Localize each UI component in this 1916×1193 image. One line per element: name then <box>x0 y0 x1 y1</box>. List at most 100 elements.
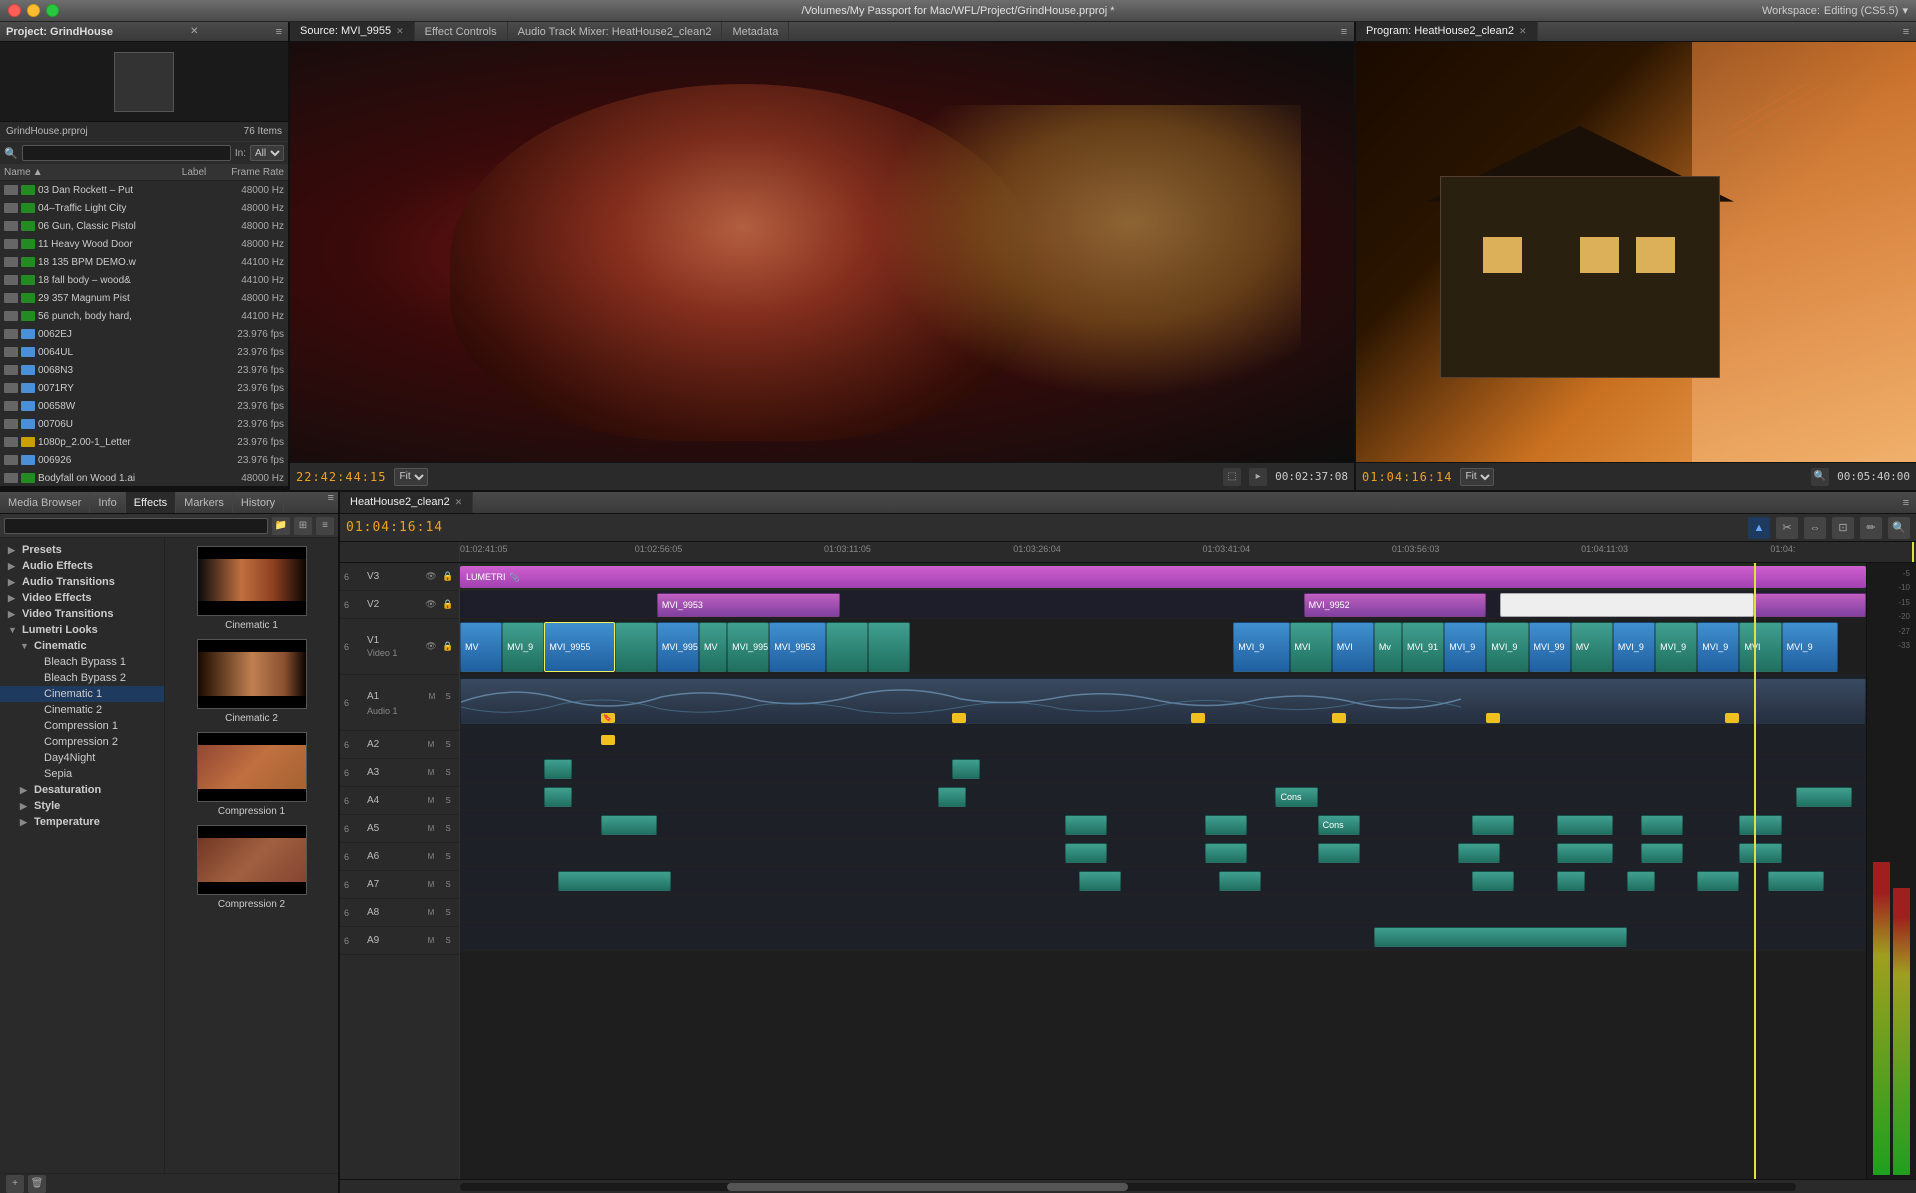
tree-temperature[interactable]: ▶Temperature <box>0 814 164 830</box>
program-zoom-icon[interactable]: 🔍 <box>1811 468 1829 486</box>
tool-selection[interactable]: ▲ <box>1748 517 1770 539</box>
clip-mvi9-v1-9[interactable]: MVI_9 <box>1782 622 1838 672</box>
track-solo-icon[interactable]: S <box>441 906 455 920</box>
tab-metadata[interactable]: Metadata <box>722 22 789 41</box>
list-item[interactable]: 0071RY23.976 fps <box>0 379 288 397</box>
program-timecode[interactable]: 01:04:16:14 <box>1362 470 1452 484</box>
clip-a5-3[interactable] <box>1205 815 1247 835</box>
clip-a6-1[interactable] <box>1065 843 1107 863</box>
tab-effects[interactable]: Effects <box>126 492 176 513</box>
source-timecode[interactable]: 22:42:44:15 <box>296 470 386 484</box>
tool-pen[interactable]: ✏ <box>1860 517 1882 539</box>
source-overwrite-icon[interactable]: ▸ <box>1249 468 1267 486</box>
clip-a5-8[interactable] <box>1739 815 1781 835</box>
source-fit-select[interactable]: Fit <box>394 468 428 486</box>
tab-history[interactable]: History <box>233 492 284 513</box>
clip-a6-3[interactable] <box>1318 843 1360 863</box>
project-search-input[interactable] <box>22 145 231 161</box>
tree-desaturation[interactable]: ▶Desaturation <box>0 782 164 798</box>
track-solo-icon[interactable]: S <box>441 878 455 892</box>
clip-a7-8[interactable] <box>1768 871 1824 891</box>
track-mute-icon[interactable]: M <box>424 738 438 752</box>
list-item[interactable]: 0064UL23.976 fps <box>0 343 288 361</box>
clip-purple-right-v2[interactable] <box>1754 593 1866 617</box>
timeline-panel-menu[interactable]: ≡ <box>1896 492 1916 513</box>
track-solo-icon[interactable]: S <box>441 934 455 948</box>
source-panel-menu[interactable]: ≡ <box>1334 22 1354 41</box>
tab-media-browser[interactable]: Media Browser <box>0 492 90 513</box>
clip-mvi9-v1-2[interactable]: MVI_9 <box>1233 622 1289 672</box>
track-mute-icon[interactable]: M <box>424 934 438 948</box>
clip-mvi995-v1[interactable]: MVI_995 <box>727 622 769 672</box>
clip-mvi9953-v1[interactable]: MVI_9953 <box>769 622 825 672</box>
clip-mvi9952-v2[interactable]: MVI_9952 <box>1304 593 1487 617</box>
tool-zoom[interactable]: 🔍 <box>1888 517 1910 539</box>
tool-razor[interactable]: ✂ <box>1776 517 1798 539</box>
list-item[interactable]: 18 135 BPM DEMO.w44100 Hz <box>0 253 288 271</box>
list-item[interactable]: 56 punch, body hard,44100 Hz <box>0 307 288 325</box>
clip-a4-3[interactable]: Cons <box>1275 787 1317 807</box>
preview-compression2[interactable]: Compression 2 <box>173 825 330 910</box>
track-mute-icon[interactable]: M <box>424 850 438 864</box>
track-mute-icon[interactable]: M <box>424 822 438 836</box>
preview-cinematic2[interactable]: Cinematic 2 <box>173 639 330 724</box>
clip-a4-4[interactable] <box>1796 787 1852 807</box>
col-name-header[interactable]: Name ▲ <box>4 167 174 178</box>
tab-source[interactable]: Source: MVI_9955 ✕ <box>290 22 415 41</box>
clip-a5-6[interactable] <box>1557 815 1613 835</box>
minimize-button[interactable] <box>27 4 40 17</box>
track-solo-icon[interactable]: S <box>441 738 455 752</box>
tree-bleach-bypass-2[interactable]: Bleach Bypass 2 <box>0 670 164 686</box>
clip-a7-7[interactable] <box>1697 871 1739 891</box>
program-panel-menu[interactable]: ≡ <box>1896 22 1916 41</box>
clip-mvi9955-v1[interactable]: MVI_9955 <box>544 622 614 672</box>
tab-audio-track-mixer[interactable]: Audio Track Mixer: HeatHouse2_clean2 <box>508 22 723 41</box>
track-solo-icon[interactable]: S <box>441 690 455 704</box>
project-panel-menu[interactable]: ≡ <box>276 26 282 38</box>
tree-bleach-bypass-1[interactable]: Bleach Bypass 1 <box>0 654 164 670</box>
tool-slip[interactable]: ⇔ <box>1804 517 1826 539</box>
tab-effect-controls[interactable]: Effect Controls <box>415 22 508 41</box>
clip-a7-5[interactable] <box>1557 871 1585 891</box>
clip-a7-1[interactable] <box>558 871 670 891</box>
maximize-button[interactable] <box>46 4 59 17</box>
tree-style[interactable]: ▶Style <box>0 798 164 814</box>
clip-a5-4[interactable]: Cons <box>1318 815 1360 835</box>
tree-presets[interactable]: ▶Presets <box>0 542 164 558</box>
clip-mv-v1-4[interactable]: MV <box>1571 622 1613 672</box>
tab-info[interactable]: Info <box>90 492 125 513</box>
clip-audio-a1-main[interactable] <box>460 678 1866 724</box>
list-item[interactable]: 0062EJ23.976 fps <box>0 325 288 343</box>
timeline-tab-close[interactable]: ✕ <box>455 497 463 508</box>
track-lock-icon[interactable]: 🔒 <box>441 570 455 584</box>
list-item[interactable]: 06 Gun, Classic Pistol48000 Hz <box>0 217 288 235</box>
track-mute-icon[interactable]: M <box>424 794 438 808</box>
list-item[interactable]: 11 Heavy Wood Door48000 Hz <box>0 235 288 253</box>
program-fit-select[interactable]: Fit <box>1460 468 1494 486</box>
tree-compression-1[interactable]: Compression 1 <box>0 718 164 734</box>
clip-a6-5[interactable] <box>1557 843 1613 863</box>
clip-mvi99-v1[interactable]: MVI_99 <box>1529 622 1571 672</box>
close-button[interactable] <box>8 4 21 17</box>
source-insert-icon[interactable]: ⬚ <box>1223 468 1241 486</box>
clip-a7-4[interactable] <box>1472 871 1514 891</box>
effects-panel-menu[interactable]: ≡ <box>324 492 338 513</box>
list-item[interactable]: 18 fall body – wood&44100 Hz <box>0 271 288 289</box>
list-item[interactable]: 0068N323.976 fps <box>0 361 288 379</box>
track-eye-icon[interactable]: 👁 <box>424 570 438 584</box>
clip-a6-2[interactable] <box>1205 843 1247 863</box>
clip-teal-v1-1[interactable] <box>615 622 657 672</box>
clip-mvi9-v1-6[interactable]: MVI_9 <box>1655 622 1697 672</box>
timeline-timecode[interactable]: 01:04:16:14 <box>346 520 443 535</box>
tree-audio-transitions[interactable]: ▶Audio Transitions <box>0 574 164 590</box>
clip-mvi9955-v1-2[interactable]: MVI_9955 <box>657 622 699 672</box>
list-item[interactable]: 00658W23.976 fps <box>0 397 288 415</box>
tree-sepia[interactable]: Sepia <box>0 766 164 782</box>
new-bin-button[interactable]: + <box>6 1175 24 1193</box>
clip-mvi91-v1[interactable]: MVI_91 <box>1402 622 1444 672</box>
effects-new-bin-button[interactable]: 📁 <box>272 517 290 535</box>
tree-compression-2[interactable]: Compression 2 <box>0 734 164 750</box>
clip-teal-v1-2[interactable] <box>826 622 868 672</box>
clip-a6-6[interactable] <box>1641 843 1683 863</box>
col-framerate-header[interactable]: Frame Rate <box>214 167 284 178</box>
